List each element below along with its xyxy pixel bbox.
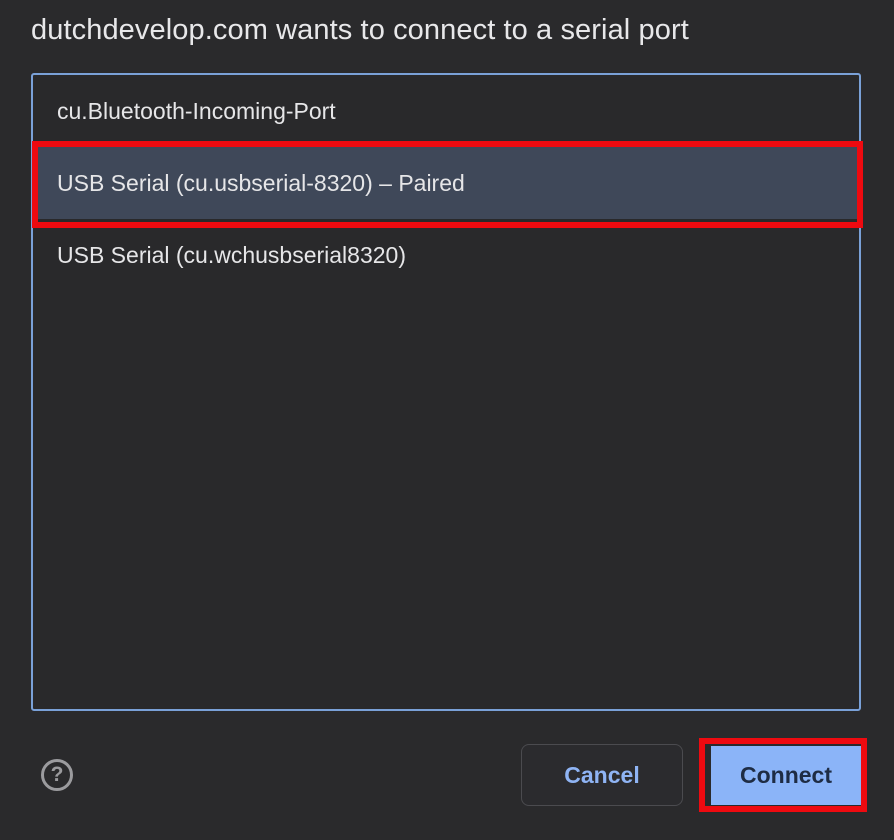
- port-list[interactable]: cu.Bluetooth-Incoming-Port USB Serial (c…: [31, 73, 861, 711]
- port-item-wchusbserial8320[interactable]: USB Serial (cu.wchusbserial8320): [33, 219, 859, 291]
- serial-port-dialog: dutchdevelop.com wants to connect to a s…: [0, 0, 894, 840]
- help-icon[interactable]: ?: [41, 759, 73, 791]
- port-item-usbserial-8320-selected[interactable]: USB Serial (cu.usbserial-8320) – Paired: [33, 147, 859, 219]
- port-item-bluetooth-incoming[interactable]: cu.Bluetooth-Incoming-Port: [33, 75, 859, 147]
- dialog-title: dutchdevelop.com wants to connect to a s…: [31, 14, 689, 46]
- cancel-button[interactable]: Cancel: [521, 744, 683, 806]
- connect-button[interactable]: Connect: [711, 746, 861, 805]
